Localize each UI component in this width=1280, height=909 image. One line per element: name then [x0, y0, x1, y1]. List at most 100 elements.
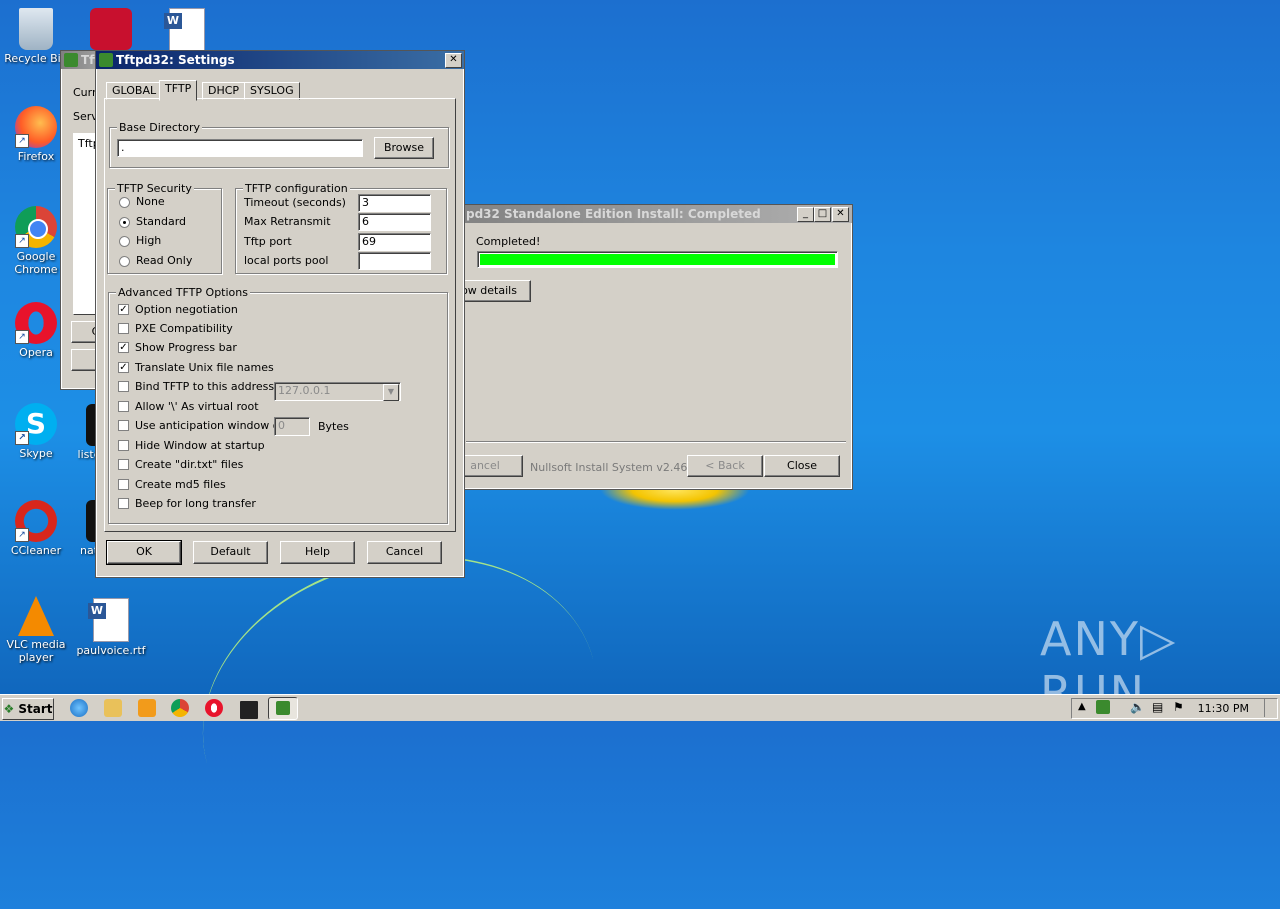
progress-fill — [480, 254, 835, 265]
option-checkbox[interactable]: ✓ — [118, 362, 129, 373]
clock[interactable]: 11:30 PM — [1198, 702, 1249, 715]
cmd-icon[interactable] — [238, 699, 260, 721]
browse-button[interactable]: Browse — [374, 137, 434, 159]
option-checkbox[interactable] — [118, 420, 129, 431]
volume-icon[interactable]: 🔈 — [1130, 700, 1145, 714]
media-player-icon[interactable] — [138, 699, 156, 717]
shortcut-arrow-icon: ↗ — [15, 134, 29, 148]
option-label: Create md5 files — [135, 478, 226, 491]
tftpd-tray-icon[interactable] — [1096, 700, 1110, 714]
chrome-icon: ↗ — [15, 206, 57, 248]
acrobat-icon — [90, 8, 132, 50]
chevron-up-icon[interactable]: ▲ — [1078, 701, 1086, 712]
security-radio-none[interactable] — [119, 197, 130, 208]
option-label: PXE Compatibility — [135, 322, 233, 335]
config-field-input[interactable]: 6 — [358, 213, 431, 231]
config-field-input[interactable] — [358, 252, 431, 270]
desktop-icon-label: Skype — [19, 447, 53, 460]
option-label: Option negotiation — [135, 303, 238, 316]
show-desktop-button[interactable] — [1264, 699, 1275, 717]
shortcut-arrow-icon: ↗ — [15, 234, 29, 248]
vlc-icon — [18, 596, 54, 636]
tftpd-app-icon — [64, 53, 78, 67]
taskbar: ❖ Start ▲ 🔈 ▤ ⚑ 11:30 PM — [0, 694, 1280, 721]
base-directory-input[interactable]: . — [117, 139, 363, 157]
firefox-icon: ↗ — [15, 106, 57, 148]
option-checkbox[interactable] — [118, 459, 129, 470]
option-label: Beep for long transfer — [135, 497, 256, 510]
option-checkbox[interactable] — [118, 498, 129, 509]
option-checkbox[interactable]: ✓ — [118, 304, 129, 315]
advanced-options-legend: Advanced TFTP Options — [116, 286, 250, 299]
chevron-down-icon[interactable]: ▼ — [383, 384, 399, 401]
cancel-button[interactable]: Cancel — [367, 541, 442, 564]
option-checkbox[interactable] — [118, 440, 129, 451]
default-button[interactable]: Default — [193, 541, 268, 564]
chrome-icon[interactable] — [171, 699, 189, 717]
installer-title: pd32 Standalone Edition Install: Complet… — [466, 207, 761, 221]
config-field-label: Max Retransmit — [244, 215, 331, 228]
desktop-icon-word-doc[interactable]: W — [152, 8, 222, 54]
tab-tftp[interactable]: TFTP — [159, 80, 198, 101]
bind-address-select[interactable]: 127.0.0.1 ▼ — [274, 382, 401, 401]
settings-title: Tftpd32: Settings — [116, 53, 235, 67]
close-button[interactable]: Close — [764, 455, 840, 477]
option-checkbox[interactable]: ✓ — [118, 342, 129, 353]
internet-explorer-icon[interactable] — [70, 699, 88, 717]
config-field-label: Timeout (seconds) — [244, 196, 346, 209]
anticipation-window-input[interactable]: 0 — [274, 417, 310, 436]
maximize-icon[interactable]: □ — [814, 207, 831, 222]
security-radio-high[interactable] — [119, 236, 130, 247]
action-center-flag-icon[interactable]: ⚑ — [1173, 700, 1184, 714]
desktop-icon-acrobat[interactable] — [76, 8, 146, 52]
bytes-label: Bytes — [318, 420, 349, 433]
desktop-icon-vlc[interactable]: VLC media player — [1, 596, 71, 664]
base-directory-legend: Base Directory — [117, 121, 202, 134]
config-field-label: local ports pool — [244, 254, 329, 267]
watermark-left: ANY — [1040, 612, 1140, 666]
word-document-icon: W — [164, 8, 205, 52]
security-radio-standard[interactable] — [119, 217, 130, 228]
config-field-input[interactable]: 69 — [358, 233, 431, 251]
play-icon: ▷ — [1139, 612, 1178, 666]
shortcut-arrow-icon: ↗ — [15, 330, 29, 344]
option-label: Bind TFTP to this address — [135, 380, 275, 393]
desktop-icon-paulvoice[interactable]: W paulvoice.rtf — [76, 598, 146, 657]
bind-address-value: 127.0.0.1 — [278, 384, 331, 397]
desktop-icon-label: VLC media player — [6, 638, 66, 664]
start-button[interactable]: ❖ Start — [2, 698, 54, 720]
ccleaner-icon: ↗ — [15, 500, 57, 542]
option-checkbox[interactable] — [118, 323, 129, 334]
config-field-input[interactable]: 3 — [358, 194, 431, 212]
option-label: Create "dir.txt" files — [135, 458, 244, 471]
tftpd-app-icon — [276, 701, 290, 715]
minimize-icon[interactable]: _ — [797, 207, 814, 222]
close-icon[interactable]: ✕ — [832, 207, 849, 222]
desktop-icon-label: Opera — [19, 346, 53, 359]
back-button[interactable]: < Back — [687, 455, 763, 477]
option-checkbox[interactable] — [118, 401, 129, 412]
network-icon[interactable]: ▤ — [1152, 700, 1163, 714]
installer-window[interactable]: pd32 Standalone Edition Install: Complet… — [440, 204, 853, 490]
security-radio-read-only[interactable] — [119, 256, 130, 267]
desktop-icon-label: Google Chrome — [14, 250, 58, 276]
desktop-icon-ccleaner[interactable]: ↗ CCleaner — [1, 500, 71, 557]
option-checkbox[interactable] — [118, 381, 129, 392]
shortcut-arrow-icon: ↗ — [15, 431, 29, 445]
desktop-icon-label: Firefox — [17, 150, 55, 163]
option-checkbox[interactable] — [118, 479, 129, 490]
start-label: Start — [18, 702, 53, 716]
desktop-icon-label: CCleaner — [10, 544, 62, 557]
option-label: Use anticipation window of — [135, 419, 284, 432]
option-label: Translate Unix file names — [135, 361, 274, 374]
desktop-icon-skype[interactable]: S ↗ Skype — [1, 403, 71, 460]
opera-icon[interactable] — [205, 699, 223, 717]
security-option-label: None — [136, 195, 165, 208]
help-button[interactable]: Help — [280, 541, 355, 564]
tftpd-taskbar-button[interactable] — [268, 697, 298, 720]
file-explorer-icon[interactable] — [104, 699, 122, 717]
installer-titlebar: pd32 Standalone Edition Install: Complet… — [441, 205, 852, 223]
close-icon[interactable]: ✕ — [445, 53, 462, 68]
option-label: Allow '\' As virtual root — [135, 400, 259, 413]
ok-button[interactable]: OK — [106, 540, 182, 565]
